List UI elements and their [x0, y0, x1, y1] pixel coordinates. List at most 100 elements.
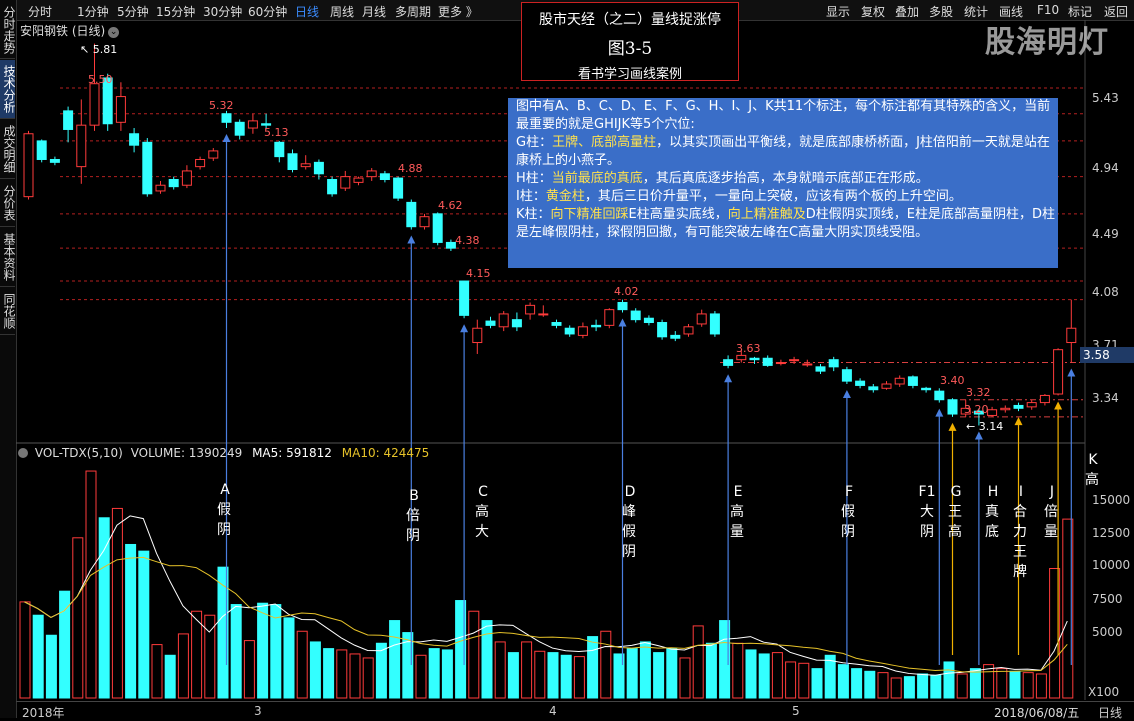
- arrow-head: [460, 324, 469, 333]
- candle-body: [498, 313, 509, 328]
- price-label-low: ← 3.14: [966, 420, 1004, 433]
- candle-body: [894, 377, 905, 385]
- candle-body: [749, 357, 760, 361]
- arrow-head: [1054, 401, 1063, 410]
- volume-bar: [679, 657, 691, 699]
- volume-bar: [837, 664, 849, 699]
- volume-bar: [323, 648, 335, 699]
- candle-body: [789, 359, 800, 362]
- circle-icon[interactable]: [18, 448, 28, 458]
- volume-tick: 10000: [1092, 558, 1131, 572]
- volume-bar: [864, 670, 876, 699]
- candle-body: [1039, 394, 1050, 404]
- candle-body: [828, 359, 839, 368]
- arrow-head: [948, 422, 957, 431]
- candle-body: [617, 301, 628, 311]
- candle-body: [168, 179, 179, 188]
- price-label: 4.02: [614, 285, 639, 298]
- candle-body: [696, 313, 707, 325]
- volume-bar: [1035, 673, 1047, 699]
- volume-bar: [151, 644, 163, 699]
- candle-body: [287, 153, 298, 171]
- candle-body: [49, 158, 60, 163]
- volume-bar: [785, 661, 797, 699]
- volume-bar: [283, 617, 295, 699]
- volume-bar: [85, 470, 97, 699]
- candle-body: [762, 357, 773, 366]
- candle-body: [366, 170, 377, 178]
- candle-body: [591, 324, 602, 328]
- arrow-head: [842, 390, 851, 398]
- note-h: H柱：当前最底的真底，其后真底逐步抬高，本身就暗示底部正在形成。: [516, 171, 929, 186]
- volume-tick: 15000: [1092, 493, 1131, 507]
- candle-body: [1066, 327, 1077, 344]
- candle-body: [1000, 407, 1011, 411]
- chevron-down-icon[interactable]: ⌄: [108, 27, 120, 38]
- volume-bar: [177, 633, 189, 699]
- price-label-high: ↖ 5.81: [80, 43, 118, 56]
- candle-body: [419, 216, 430, 228]
- annotation-f: F 假阴: [841, 484, 855, 540]
- price-label: 5.13: [264, 126, 289, 139]
- volume-bar: [890, 677, 902, 699]
- volume-bar: [798, 662, 810, 699]
- date-may: 5: [792, 704, 800, 718]
- candle-body: [657, 322, 668, 338]
- date-april: 4: [549, 704, 557, 718]
- candle-body: [551, 322, 562, 326]
- volume-bar: [811, 668, 823, 699]
- volume-bar: [59, 590, 71, 699]
- price-label: 3.40: [940, 374, 965, 387]
- volume-bar: [191, 610, 203, 699]
- candle-body: [76, 124, 87, 168]
- volume-bar: [243, 640, 255, 699]
- volume-bar: [362, 657, 374, 699]
- candle-body: [393, 177, 404, 199]
- volume-bar: [19, 601, 31, 699]
- volume-bar: [996, 668, 1008, 699]
- volume-bar: [389, 620, 401, 699]
- volume-bar: [969, 668, 981, 699]
- volume-indicator[interactable]: VOL-TDX(5,10): [35, 446, 123, 460]
- date-start: 2018年: [22, 706, 65, 720]
- annotation-i: I 合力王牌: [1013, 484, 1027, 580]
- candle-body: [1053, 349, 1064, 395]
- candle-body: [643, 317, 654, 324]
- volume-bar: [560, 654, 572, 699]
- candle-body: [274, 141, 285, 158]
- volume-bar: [441, 649, 453, 699]
- annotation-b: B 倍阴: [406, 488, 420, 544]
- candle-body: [115, 96, 126, 123]
- candle-body: [485, 320, 496, 326]
- annotation-d: D 峰假阴: [622, 484, 636, 560]
- candle-body: [327, 179, 338, 195]
- candle-body: [300, 163, 311, 168]
- candle-body: [406, 201, 417, 228]
- candle-body: [155, 184, 166, 192]
- volume-bar: [336, 649, 348, 699]
- volume-bar: [573, 656, 585, 699]
- candle-body: [881, 383, 892, 389]
- volume-bar: [758, 653, 770, 699]
- volume-bar: [270, 604, 282, 699]
- volume-bar: [600, 630, 612, 699]
- candle-body: [1026, 402, 1037, 408]
- candle-body: [630, 310, 641, 321]
- volume-bar: [943, 661, 955, 699]
- candle-body: [802, 363, 813, 366]
- volume-bar: [309, 641, 321, 699]
- volume-value: VOLUME: 1390249: [130, 446, 243, 460]
- candle-body: [815, 366, 826, 372]
- candle-body: [459, 280, 470, 316]
- candle-body: [921, 387, 932, 391]
- volume-bar: [111, 507, 123, 699]
- ma5-value: MA5: 591812: [252, 446, 332, 460]
- stock-name[interactable]: 安阳钢铁 (日线) ⌄: [20, 22, 120, 39]
- volume-bar: [1009, 670, 1021, 699]
- volume-bar: [468, 610, 480, 699]
- price-tick: 3.34: [1092, 391, 1119, 405]
- candle-body: [89, 83, 100, 126]
- candle-body: [23, 133, 34, 198]
- candle-body: [353, 177, 364, 183]
- price-label: 5.32: [209, 99, 234, 112]
